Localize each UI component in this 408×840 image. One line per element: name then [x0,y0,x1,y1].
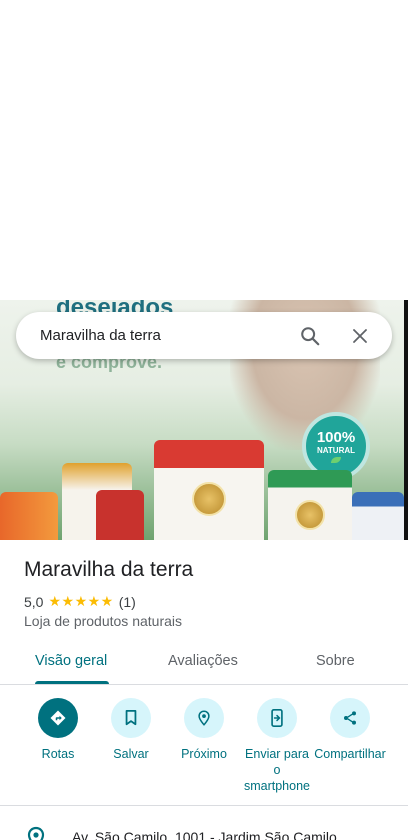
section-divider [0,805,408,806]
send-to-phone-label: Enviar para o smartphone [243,747,310,793]
nearby-icon[interactable] [184,698,224,738]
place-category[interactable]: Loja de produtos naturais [24,613,182,629]
address-text: Av. São Camilo, 1001 - Jardim São Camilo [72,829,337,840]
directions-label: Rotas [41,747,75,761]
search-input[interactable]: Maravilha da terra [40,327,292,344]
close-icon[interactable] [342,318,378,354]
address-row[interactable]: Av. São Camilo, 1001 - Jardim São Camilo [24,826,337,840]
share-icon[interactable] [330,698,370,738]
share-label: Compartilhar [314,747,386,761]
badge-percent: 100% [316,429,356,446]
star-rating: ★★★★★ [48,593,114,609]
place-title: Maravilha da terra [24,558,194,581]
product-pack [268,470,352,540]
tab-about[interactable]: Sobre [316,653,355,669]
send-to-phone-icon[interactable] [257,698,297,738]
brand-seal [192,482,226,516]
product-pack [352,492,404,540]
directions-button[interactable]: Rotas [18,698,98,762]
nearby-button[interactable]: Próximo [164,698,244,762]
share-button[interactable]: Compartilhar [310,698,390,762]
product-pack [0,492,58,540]
badge-label: NATURAL [316,446,356,455]
nearby-label: Próximo [181,747,227,761]
bookmark-icon[interactable] [111,698,151,738]
tab-reviews[interactable]: Avaliações [168,653,238,669]
tab-bar: Visão geral Avaliações Sobre [0,640,408,685]
photo-edge [404,300,408,540]
rating-value: 5,0 [24,593,44,610]
product-pack [154,440,264,540]
search-bar[interactable]: Maravilha da terra [16,312,392,359]
review-count[interactable]: (1) [119,594,136,610]
rating-row[interactable]: 5,0 ★★★★★ (1) [24,593,136,610]
active-tab-indicator [35,681,109,684]
brand-seal [295,500,325,530]
product-pack [96,490,144,540]
search-icon[interactable] [292,318,328,354]
directions-icon[interactable] [38,698,78,738]
save-label: Salvar [113,747,149,761]
save-button[interactable]: Salvar [91,698,171,762]
send-to-phone-button[interactable]: Enviar para o smartphone [237,698,317,794]
leaf-icon [331,457,341,463]
tab-overview[interactable]: Visão geral [35,653,107,669]
location-pin-icon [24,826,48,840]
action-row: Rotas Salvar Próximo Enviar para o smart… [0,698,408,798]
